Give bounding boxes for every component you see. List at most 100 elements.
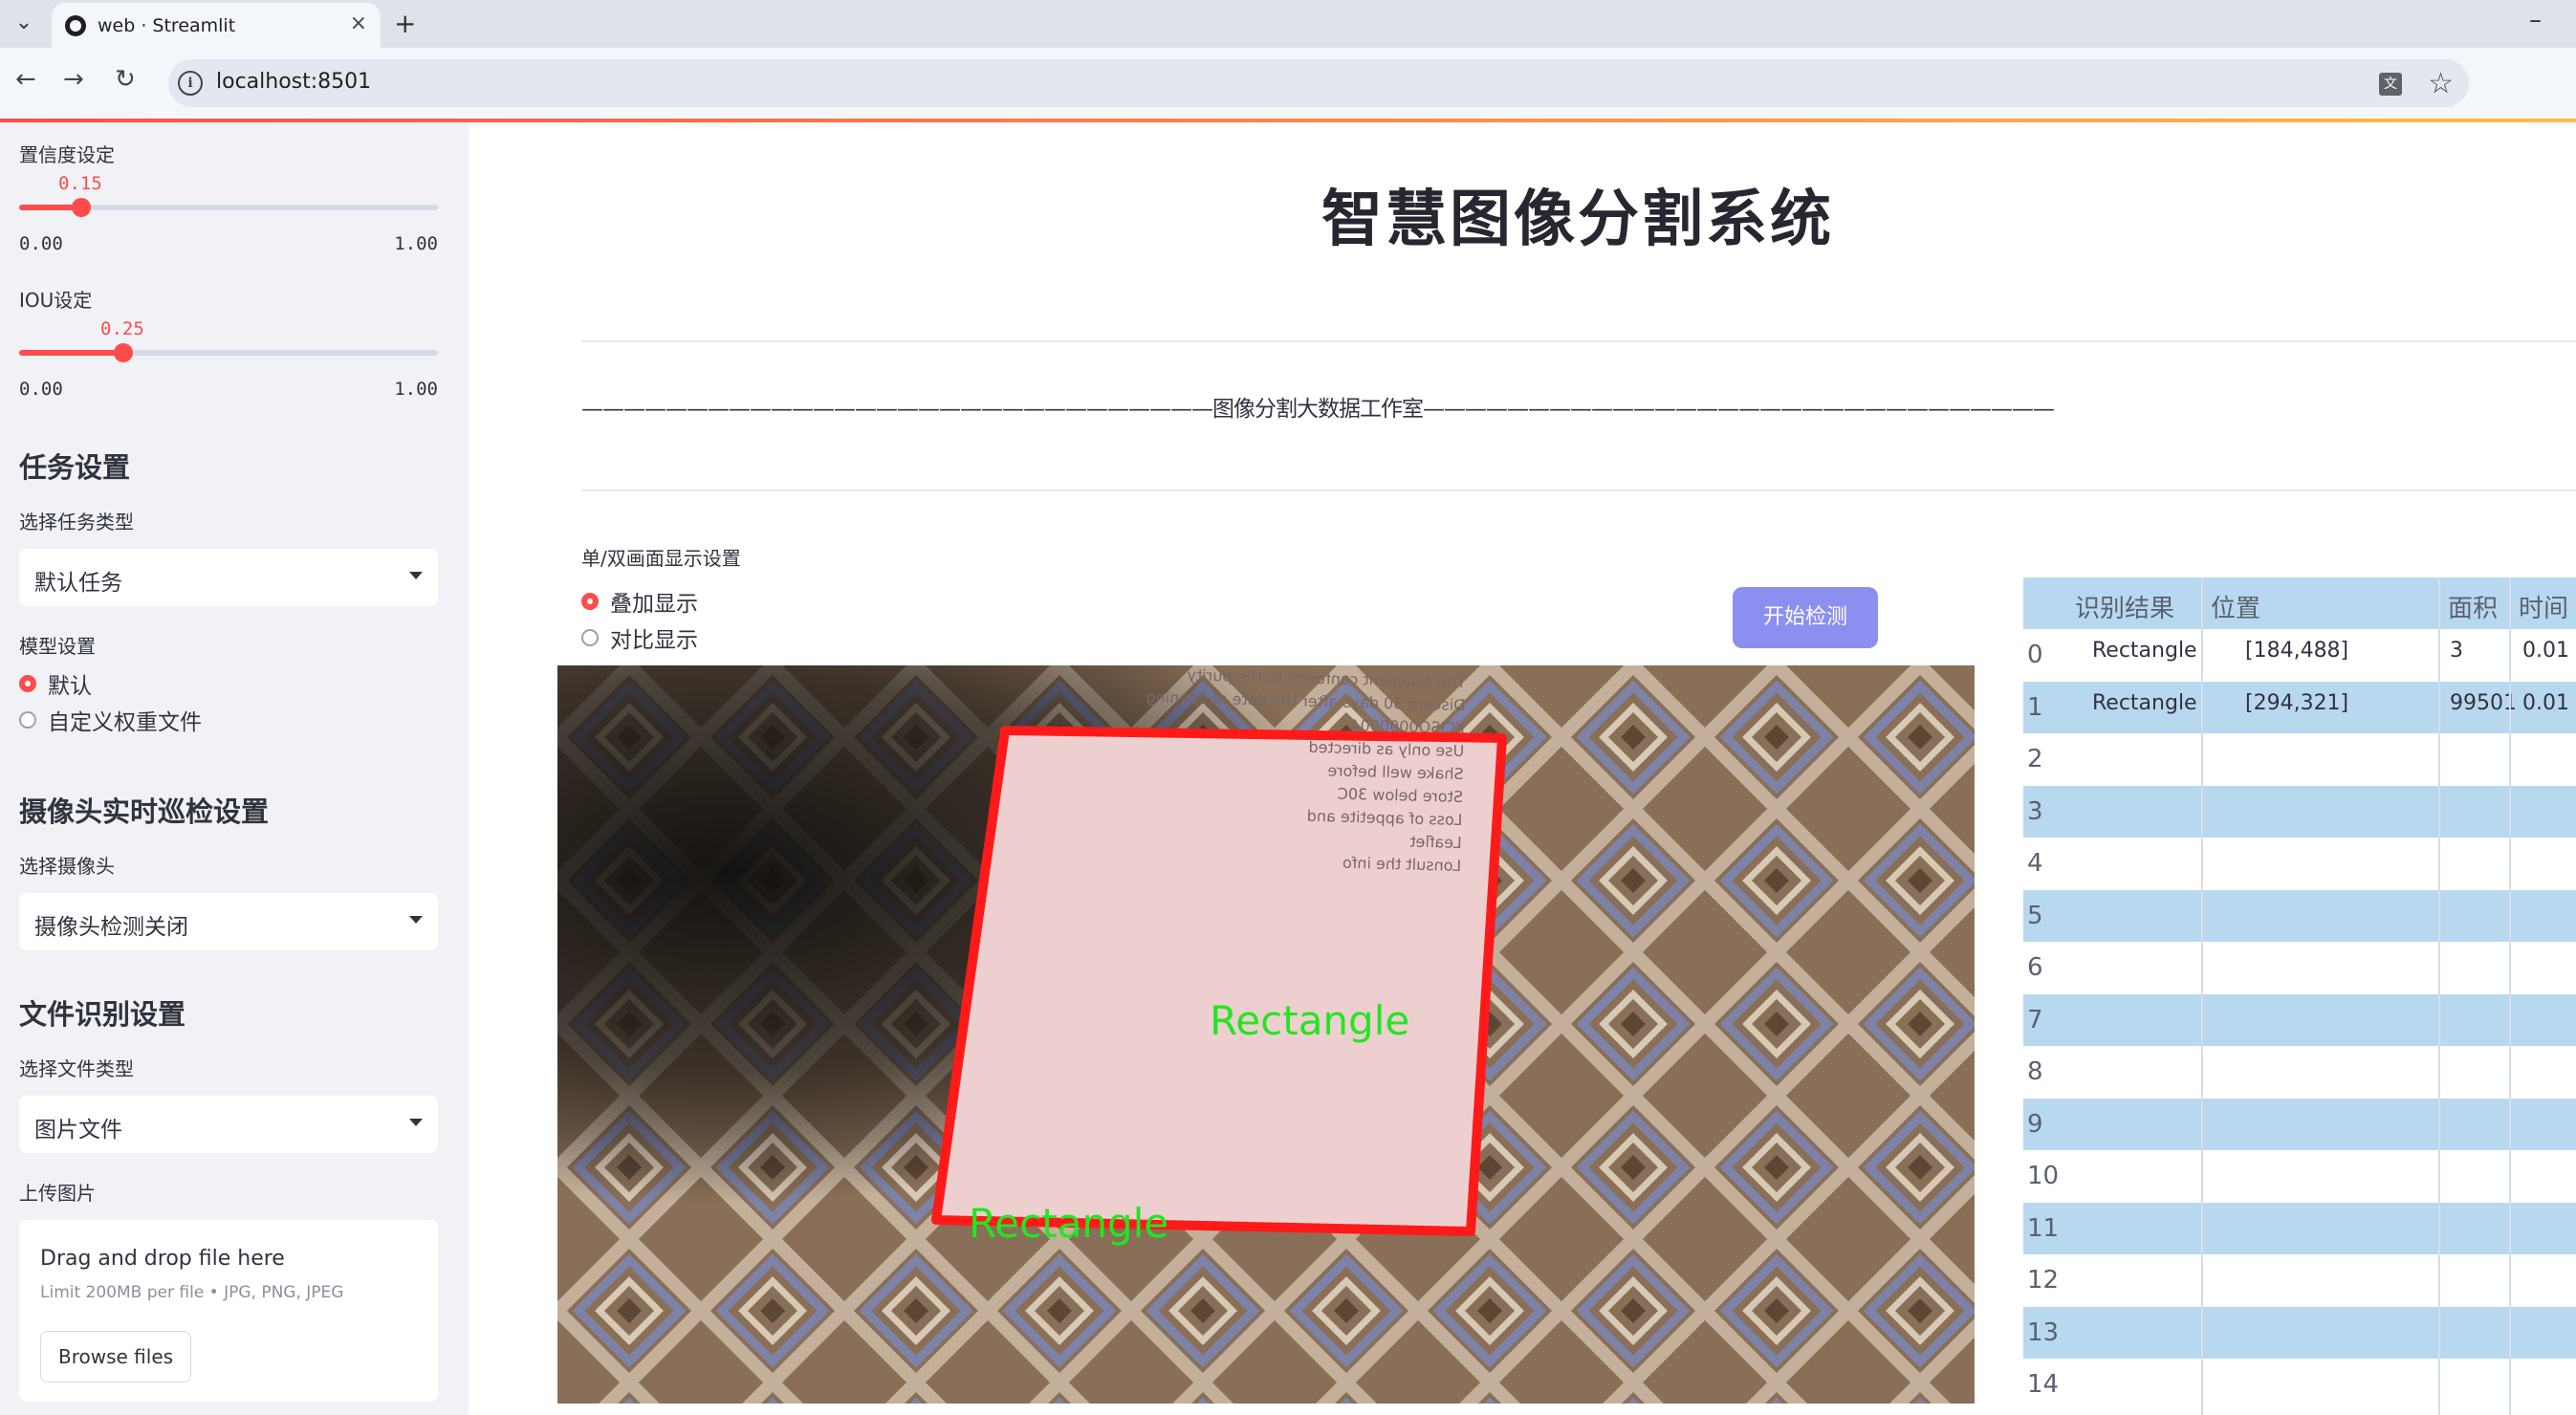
column-divider	[2201, 577, 2203, 1415]
model-option-default[interactable]: 默认	[19, 669, 92, 699]
slider-max: 1.00	[394, 233, 438, 254]
file-settings-header: 文件识别设置	[19, 998, 186, 1031]
table-row[interactable]: 4	[2023, 838, 2576, 889]
table-row[interactable]: 3	[2023, 785, 2576, 838]
camera-select-value: 摄像头检测关闭	[34, 915, 188, 940]
table-row[interactable]: 5	[2023, 889, 2576, 942]
table-row[interactable]: 1 Rectangle [294,321] 99501 0.01	[2023, 681, 2576, 733]
camera-select[interactable]: 摄像头检测关闭	[19, 893, 438, 950]
detection-label-2: Rectangle	[969, 1200, 1168, 1247]
detection-label-1: Rectangle	[1210, 997, 1409, 1044]
display-mode-label: 单/双画面显示设置	[581, 547, 741, 570]
column-header-area[interactable]: 面积	[2448, 589, 2498, 624]
divider	[581, 340, 2576, 342]
radio-selected-icon[interactable]	[581, 593, 599, 610]
table-row[interactable]: 7	[2023, 993, 2576, 1046]
chevron-down-icon	[409, 1119, 423, 1126]
bookmark-star-icon[interactable]: ☆	[2428, 67, 2454, 100]
model-option-label: 默认	[48, 674, 92, 699]
display-mode-option: 对比显示	[610, 628, 698, 653]
browser-tab-bar: ⌄ web · Streamlit × + –	[0, 0, 2576, 48]
paper-text-line: Lonsult the info	[1343, 854, 1462, 875]
display-mode-option: 叠加显示	[610, 592, 698, 617]
table-row[interactable]: 0 Rectangle [184,488] 3 0.01	[2023, 629, 2576, 681]
model-settings-label: 模型设置	[19, 635, 96, 658]
column-header-time[interactable]: 时间	[2519, 589, 2568, 624]
detection-result-image: Lonsult the info Leaflet Loss of appetite …	[557, 665, 1975, 1404]
table-row[interactable]: 11	[2023, 1202, 2576, 1254]
table-row[interactable]: 9	[2023, 1098, 2576, 1150]
area-cell: 99501	[2450, 690, 2517, 715]
column-header-result[interactable]: 识别结果	[2075, 589, 2174, 624]
address-bar[interactable]: i localhost:8501 文 ☆	[168, 59, 2469, 107]
browser-tab[interactable]: web · Streamlit ×	[52, 3, 381, 48]
slider-thumb[interactable]	[72, 198, 91, 217]
table-row[interactable]: 8	[2023, 1046, 2576, 1098]
radio-unselected-icon[interactable]	[19, 711, 36, 729]
table-row[interactable]: 14	[2023, 1359, 2576, 1410]
tab-close-icon[interactable]: ×	[350, 11, 367, 35]
translate-icon[interactable]: 文	[2379, 73, 2402, 96]
iou-label: IOU设定	[19, 289, 93, 312]
dropzone-title: Drag and drop file here	[40, 1247, 285, 1271]
row-index: 14	[2027, 1370, 2060, 1399]
display-mode-compare[interactable]: 对比显示	[581, 623, 698, 653]
table-row[interactable]: 6	[2023, 942, 2576, 993]
back-icon[interactable]: ←	[15, 65, 36, 94]
file-type-label: 选择文件类型	[19, 1057, 134, 1080]
column-header-position[interactable]: 位置	[2211, 589, 2260, 624]
slider-min: 0.00	[19, 233, 63, 254]
area-cell: 3	[2450, 639, 2463, 663]
slider-fill	[19, 350, 123, 356]
file-type-select[interactable]: 图片文件	[19, 1096, 438, 1153]
slider-thumb[interactable]	[114, 343, 133, 362]
camera-settings-header: 摄像头实时巡检设置	[19, 795, 270, 828]
tab-search-icon[interactable]: ⌄	[10, 8, 38, 36]
minimize-window-icon[interactable]: –	[2529, 6, 2542, 34]
table-row[interactable]: 12	[2023, 1254, 2576, 1306]
column-divider	[2438, 577, 2440, 1415]
table-row[interactable]: 2	[2023, 733, 2576, 785]
sidebar: 置信度设定 0.15 0.00 1.00 IOU设定 0.25 0.00 1.0…	[0, 122, 469, 1415]
row-index: 1	[2027, 692, 2043, 722]
table-row[interactable]: 10	[2023, 1150, 2576, 1202]
row-index: 7	[2027, 1005, 2043, 1034]
paper-text-line: Store below 30C	[1338, 785, 1464, 806]
column-divider	[2509, 577, 2511, 1415]
file-dropzone[interactable]: Drag and drop file here Limit 200MB per …	[19, 1220, 438, 1402]
start-detection-button[interactable]: 开始检测	[1733, 587, 1878, 648]
row-index: 13	[2027, 1317, 2060, 1347]
browse-files-button[interactable]: Browse files	[40, 1331, 192, 1382]
position-cell: [294,321]	[2245, 690, 2349, 715]
row-index: 4	[2027, 849, 2043, 878]
site-info-icon[interactable]: i	[178, 71, 203, 96]
model-option-label: 自定义权重文件	[48, 710, 202, 735]
streamlit-favicon-icon	[65, 15, 86, 36]
model-option-custom[interactable]: 自定义权重文件	[19, 706, 202, 735]
results-table[interactable]: 识别结果 位置 面积 时间 0 Rectangle [184,488] 3 0.01 1 R…	[2023, 577, 2576, 1415]
iou-slider[interactable]: 0.25 0.00 1.00	[19, 318, 438, 400]
chevron-down-icon	[409, 916, 423, 924]
result-cell: Rectangle	[2092, 690, 2197, 715]
reload-icon[interactable]: ↻	[115, 65, 136, 94]
display-mode-overlay[interactable]: 叠加显示	[581, 587, 698, 617]
row-index: 5	[2027, 901, 2043, 930]
row-index: 10	[2027, 1162, 2060, 1190]
row-index: 9	[2027, 1109, 2043, 1139]
iou-value: 0.25	[100, 318, 144, 339]
upload-label: 上传图片	[19, 1182, 96, 1205]
forward-icon[interactable]: →	[63, 65, 84, 94]
radio-unselected-icon[interactable]	[581, 629, 599, 646]
page-title: 智慧图像分割系统	[1321, 185, 1834, 255]
row-index: 11	[2027, 1213, 2060, 1243]
browser-toolbar: ← → ↻ i localhost:8501 文 ☆	[0, 48, 2576, 119]
confidence-slider[interactable]: 0.15 0.00 1.00	[19, 173, 438, 254]
url-text[interactable]: localhost:8501	[216, 70, 371, 94]
task-type-select[interactable]: 默认任务	[19, 549, 438, 606]
time-cell: 0.01	[2522, 639, 2569, 663]
radio-selected-icon[interactable]	[19, 675, 36, 692]
new-tab-icon[interactable]: +	[394, 8, 416, 39]
row-index: 6	[2027, 953, 2043, 982]
result-cell: Rectangle	[2092, 639, 2197, 663]
table-row[interactable]: 13	[2023, 1306, 2576, 1359]
